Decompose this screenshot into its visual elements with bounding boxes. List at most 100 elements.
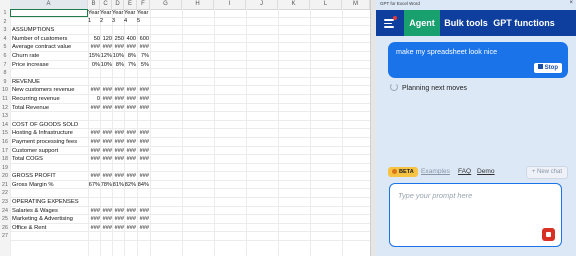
value-cell[interactable]: 120 — [100, 35, 112, 43]
value-cell[interactable]: ### — [88, 172, 100, 180]
row-number[interactable]: 15 — [0, 129, 10, 137]
row-number[interactable]: 12 — [0, 104, 10, 112]
value-cell[interactable]: 0 — [88, 95, 100, 103]
row-label-cell[interactable]: GROSS PROFIT — [12, 172, 56, 180]
row-number[interactable]: 5 — [0, 43, 10, 51]
menu-icon[interactable] — [384, 16, 397, 29]
stop-generation-button[interactable] — [542, 228, 555, 241]
value-cell[interactable]: 12% — [100, 52, 112, 60]
prompt-input[interactable] — [396, 189, 550, 223]
row-label-cell[interactable]: Salaries & Wages — [12, 207, 58, 215]
value-cell[interactable]: 84% — [137, 181, 149, 189]
value-cell[interactable]: ### — [137, 43, 149, 51]
value-cell[interactable]: ### — [112, 43, 124, 51]
selected-cell-a1[interactable] — [10, 9, 88, 17]
row-number[interactable]: 13 — [0, 112, 10, 120]
column-header-h[interactable]: H — [182, 0, 214, 9]
value-cell[interactable]: 7% — [137, 52, 149, 60]
new-chat-button[interactable]: + New chat — [525, 166, 568, 179]
value-cell[interactable]: ### — [112, 86, 124, 94]
value-cell[interactable]: ### — [137, 147, 149, 155]
value-cell[interactable]: ### — [137, 207, 149, 215]
row-number[interactable]: 3 — [0, 26, 10, 34]
row-label-cell[interactable]: Hosting & Infrastructure — [12, 129, 73, 137]
row-number[interactable]: 23 — [0, 198, 10, 206]
row-number[interactable]: 27 — [0, 232, 10, 240]
value-cell[interactable]: ### — [100, 155, 112, 163]
row-label-cell[interactable]: Total COGS — [12, 155, 43, 163]
row-number[interactable]: 8 — [0, 69, 10, 77]
tab-agent[interactable]: Agent — [404, 10, 440, 36]
row-label-cell[interactable]: Customer support — [12, 147, 58, 155]
row-label-cell[interactable]: REVENUE — [12, 78, 40, 86]
row-label-cell[interactable]: Office & Rent — [12, 224, 46, 232]
value-cell[interactable]: ### — [124, 129, 136, 137]
column-header-i[interactable]: I — [214, 0, 246, 9]
row-label-cell[interactable]: OPERATING EXPENSES — [12, 198, 79, 206]
row-number[interactable]: 25 — [0, 215, 10, 223]
value-cell[interactable]: ### — [124, 95, 136, 103]
value-cell[interactable]: ### — [124, 172, 136, 180]
row-label-cell[interactable]: Total Revenue — [12, 104, 49, 112]
value-cell[interactable]: 400 — [124, 35, 136, 43]
value-cell[interactable]: ### — [112, 155, 124, 163]
row-label-cell[interactable]: Churn rate — [12, 52, 39, 60]
value-cell[interactable]: 5% — [137, 61, 149, 69]
value-cell[interactable]: 10% — [100, 61, 112, 69]
row-number[interactable]: 24 — [0, 207, 10, 215]
value-cell[interactable]: ### — [100, 224, 112, 232]
value-cell[interactable]: ### — [112, 138, 124, 146]
row-label-cell[interactable]: Payment processing fees — [12, 138, 77, 146]
value-cell[interactable]: ### — [88, 129, 100, 137]
value-cell[interactable]: ### — [137, 172, 149, 180]
spreadsheet[interactable]: ABCDEFGHIJKLM 1 Year 1 Year 2 Year 3 Year 4Y… — [0, 0, 370, 256]
row-number[interactable]: 6 — [0, 52, 10, 60]
column-header-d[interactable]: D — [112, 0, 124, 9]
value-cell[interactable]: ### — [137, 129, 149, 137]
value-cell[interactable]: ### — [137, 224, 149, 232]
value-cell[interactable]: 81% — [112, 181, 124, 189]
value-cell[interactable]: ### — [88, 86, 100, 94]
value-cell[interactable]: ### — [112, 147, 124, 155]
value-cell[interactable]: ### — [112, 104, 124, 112]
value-cell[interactable]: ### — [100, 138, 112, 146]
value-cell[interactable]: ### — [100, 104, 112, 112]
value-cell[interactable]: 67% — [88, 181, 100, 189]
value-cell[interactable]: ### — [112, 215, 124, 223]
value-cell[interactable]: ### — [137, 138, 149, 146]
close-icon[interactable]: × — [569, 0, 573, 6]
value-cell[interactable]: ### — [100, 172, 112, 180]
value-cell[interactable]: ### — [88, 155, 100, 163]
value-cell[interactable]: ### — [112, 207, 124, 215]
value-cell[interactable]: ### — [100, 95, 112, 103]
value-cell[interactable]: ### — [100, 147, 112, 155]
column-header-e[interactable]: E — [124, 0, 137, 9]
column-header-c[interactable]: C — [100, 0, 112, 9]
value-cell[interactable]: ### — [100, 43, 112, 51]
value-cell[interactable]: 10% — [112, 52, 124, 60]
row-number[interactable]: 16 — [0, 138, 10, 146]
row-number[interactable]: 17 — [0, 147, 10, 155]
value-cell[interactable]: ### — [137, 86, 149, 94]
row-number[interactable]: 7 — [0, 61, 10, 69]
value-cell[interactable]: ### — [124, 207, 136, 215]
value-cell[interactable]: ### — [137, 95, 149, 103]
value-cell[interactable]: ### — [88, 43, 100, 51]
value-cell[interactable]: ### — [88, 224, 100, 232]
value-cell[interactable]: ### — [88, 147, 100, 155]
row-label-cell[interactable]: Marketing & Advertising — [12, 215, 73, 223]
row-label-cell[interactable]: Recurring revenue — [12, 95, 60, 103]
row-number[interactable]: 18 — [0, 155, 10, 163]
value-cell[interactable]: ### — [100, 215, 112, 223]
value-cell[interactable]: ### — [100, 129, 112, 137]
column-header-b[interactable]: B — [88, 0, 100, 9]
row-number[interactable]: 20 — [0, 172, 10, 180]
column-header-j[interactable]: J — [246, 0, 278, 9]
value-cell[interactable]: ### — [100, 86, 112, 94]
row-label-cell[interactable]: Average contract value — [12, 43, 71, 51]
value-cell[interactable]: 78% — [100, 181, 112, 189]
value-cell[interactable]: ### — [124, 147, 136, 155]
row-number[interactable]: 22 — [0, 189, 10, 197]
value-cell[interactable]: ### — [112, 224, 124, 232]
row-number[interactable]: 21 — [0, 181, 10, 189]
